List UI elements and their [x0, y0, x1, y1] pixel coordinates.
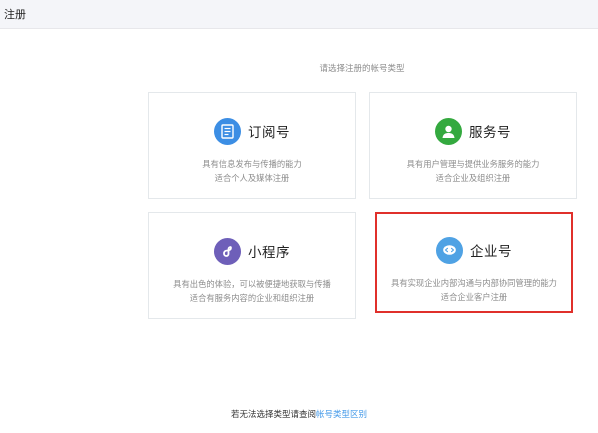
card-desc-line: 具有出色的体验，可以被便捷地获取与传播 [173, 279, 331, 289]
card-description: 具有实现企业内部沟通与内部协同管理的能力 适合企业客户注册 [377, 276, 571, 304]
account-type-difference-link[interactable]: 帐号类型区别 [316, 410, 367, 420]
card-header: 小程序 [149, 237, 355, 265]
card-desc-line: 具有用户管理与提供业务服务的能力 [406, 159, 540, 169]
card-desc-line: 适合企业客户注册 [440, 292, 508, 302]
page-title: 注册 [4, 8, 26, 21]
card-header: 订阅号 [149, 117, 355, 145]
account-type-prompt: 请选择注册的帐号类型 [319, 64, 405, 74]
person-icon [435, 117, 462, 145]
card-title: 小程序 [248, 245, 290, 261]
card-title: 企业号 [470, 244, 512, 260]
card-desc-line: 适合企业及组织注册 [435, 173, 511, 183]
card-description: 具有出色的体验，可以被便捷地获取与传播 适合有服务内容的企业和组织注册 [149, 277, 355, 305]
card-enterprise-account[interactable]: 企业号 具有实现企业内部沟通与内部协同管理的能力 适合企业客户注册 [375, 212, 573, 313]
card-header: 服务号 [370, 117, 576, 145]
card-description: 具有用户管理与提供业务服务的能力 适合企业及组织注册 [370, 157, 576, 185]
card-subscription-account[interactable]: 订阅号 具有信息发布与传播的能力 适合个人及媒体注册 [148, 92, 356, 199]
card-desc-line: 具有信息发布与传播的能力 [202, 159, 302, 169]
card-desc-line: 适合个人及媒体注册 [214, 173, 290, 183]
footer-text: 若无法选择类型请查阅 [230, 410, 316, 420]
document-icon [214, 117, 241, 145]
top-bar: 注册 [0, 0, 598, 29]
card-desc-line: 具有实现企业内部沟通与内部协同管理的能力 [391, 278, 557, 288]
card-mini-program[interactable]: 小程序 具有出色的体验，可以被便捷地获取与传播 适合有服务内容的企业和组织注册 [148, 212, 356, 319]
card-desc-line: 适合有服务内容的企业和组织注册 [189, 293, 315, 303]
card-title: 订阅号 [248, 125, 290, 141]
chat-bubble-icon [436, 236, 463, 264]
card-title: 服务号 [469, 125, 511, 141]
card-service-account[interactable]: 服务号 具有用户管理与提供业务服务的能力 适合企业及组织注册 [369, 92, 577, 199]
card-header: 企业号 [377, 236, 571, 264]
footer-help: 若无法选择类型请查阅帐号类型区别 [0, 408, 598, 420]
miniprogram-icon [214, 237, 241, 265]
card-description: 具有信息发布与传播的能力 适合个人及媒体注册 [149, 157, 355, 185]
